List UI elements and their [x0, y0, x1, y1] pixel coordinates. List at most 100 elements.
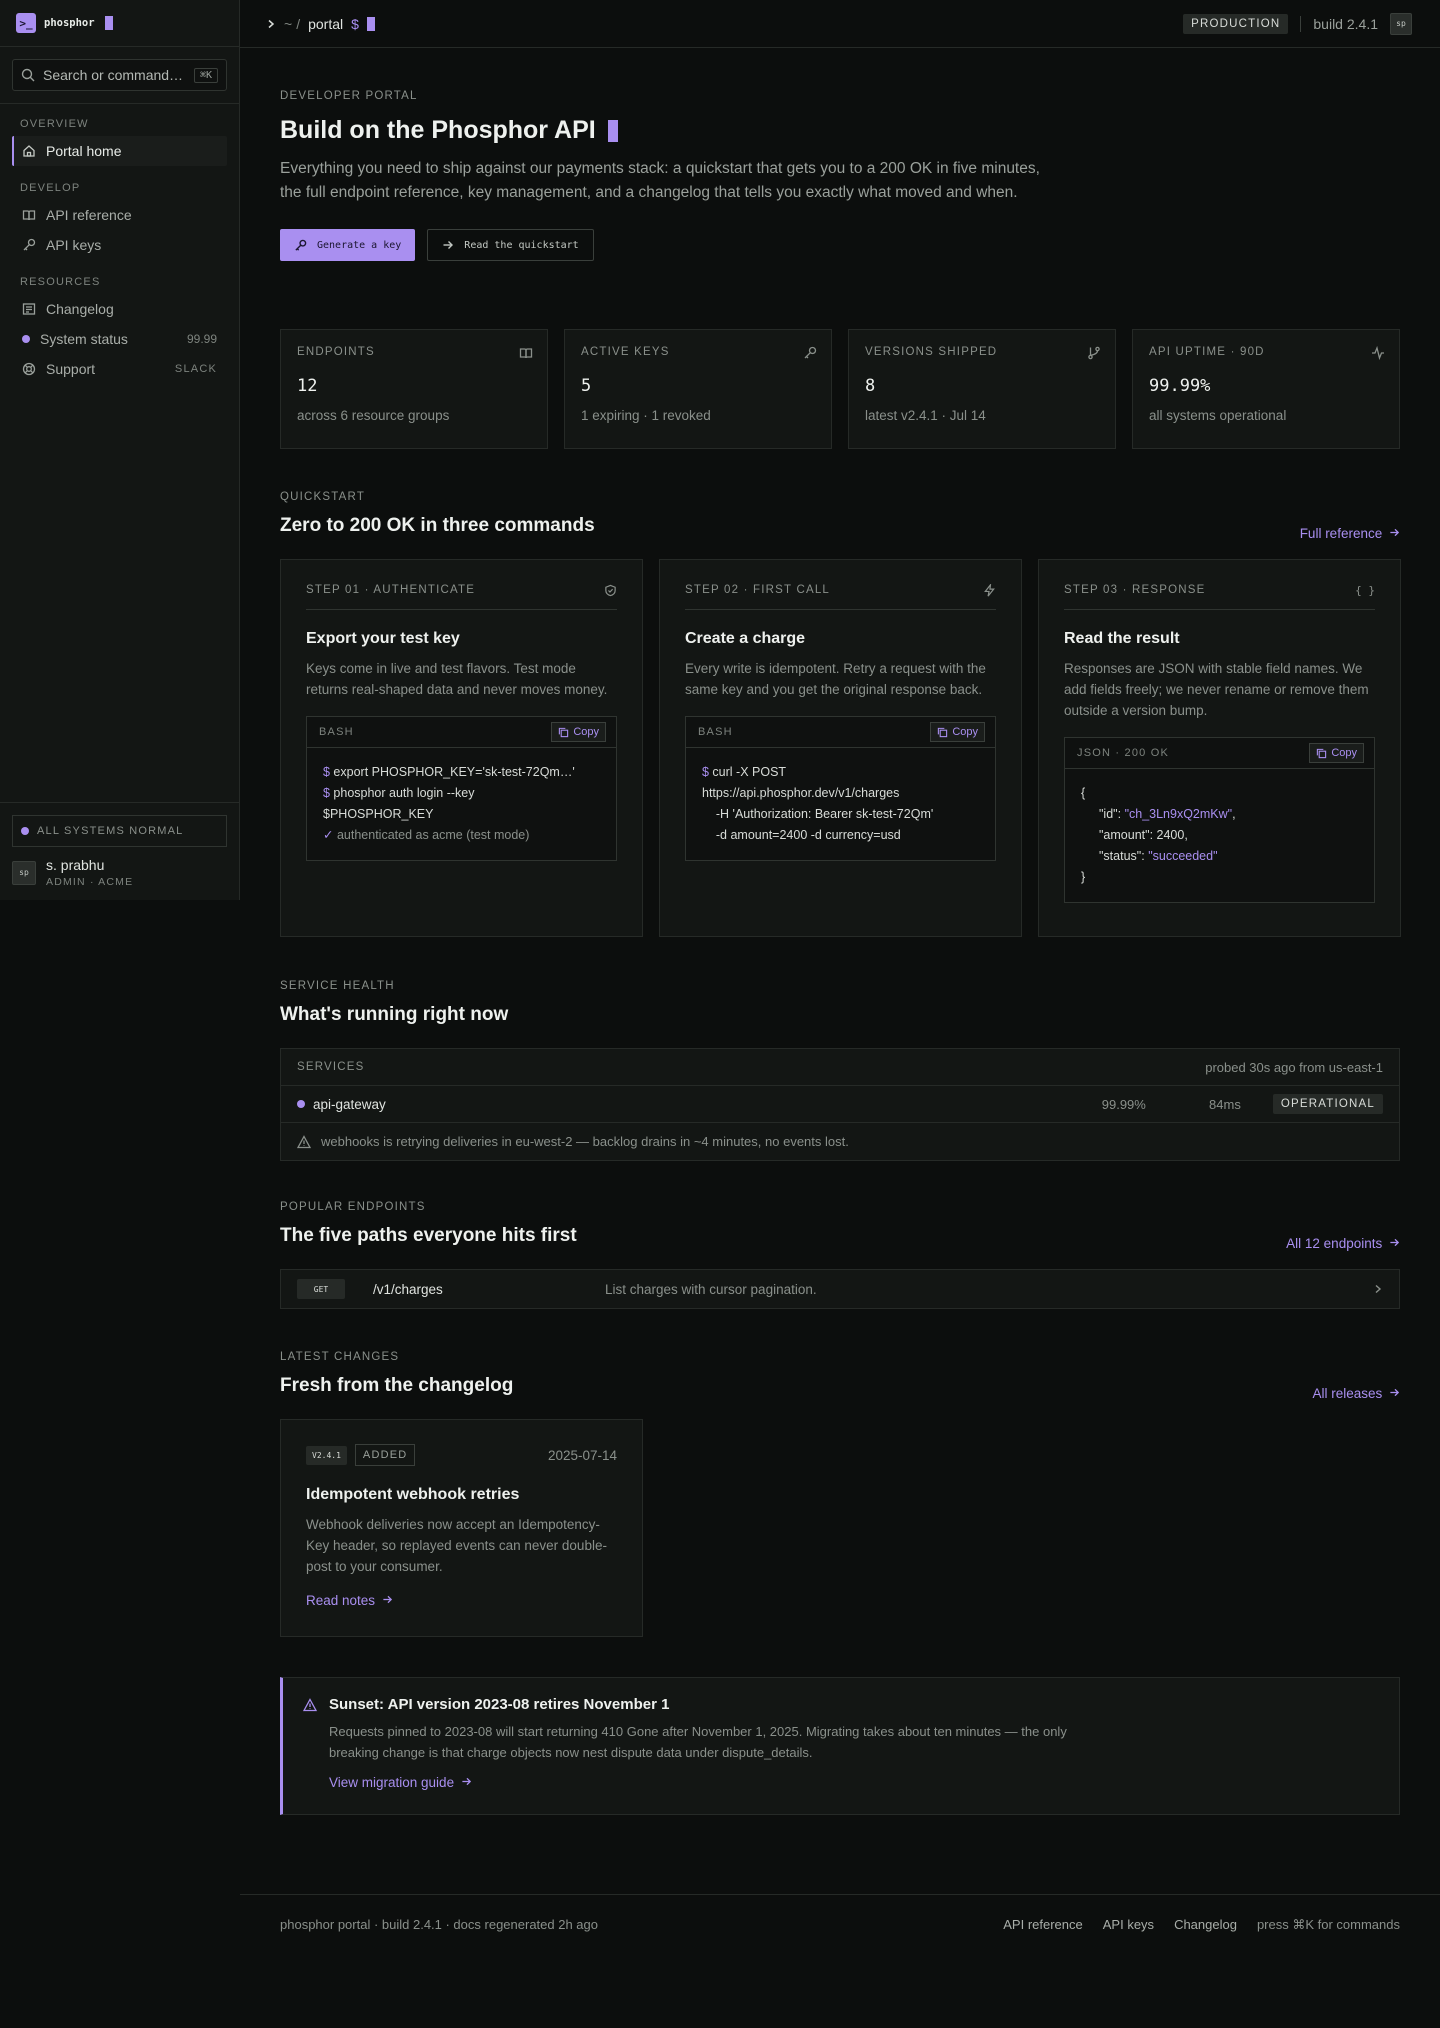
button-label: Generate a key [317, 239, 402, 251]
arrow-right-icon [1390, 1388, 1400, 1397]
footer-link-api-keys[interactable]: API keys [1103, 1917, 1154, 1933]
stat-value: 5 [581, 376, 592, 396]
all-endpoints-link[interactable]: All 12 endpoints [1286, 1236, 1400, 1251]
breadcrumb: ~ / portal $ [266, 16, 375, 32]
stat-label: API UPTIME · 90D [1149, 346, 1265, 358]
lifebuoy-icon [22, 362, 36, 376]
copy-button[interactable]: Copy [930, 722, 985, 742]
endpoint-row[interactable]: GET /v1/charges List charges with cursor… [280, 1269, 1400, 1309]
incident-notice: webhooks is retrying deliveries in eu-we… [281, 1123, 1399, 1160]
full-reference-link[interactable]: Full reference [1300, 526, 1400, 541]
code-lang: JSON · 200 OK [1077, 747, 1170, 759]
system-status-indicator[interactable]: ALL SYSTEMS NORMAL [12, 815, 227, 847]
generate-key-button[interactable]: Generate a key [280, 229, 416, 261]
nav-section-title: DEVELOP [20, 182, 81, 194]
step-label: STEP 03 · RESPONSE [1064, 584, 1206, 596]
section-eyebrow: QUICKSTART [280, 491, 366, 503]
services-table: SERVICES probed 30s ago from us-east-1 a… [280, 1048, 1400, 1161]
sunset-desc: Requests pinned to 2023-08 will start re… [329, 1724, 1067, 1760]
search-box[interactable]: ⌘K [12, 59, 227, 91]
table-row[interactable]: api-gateway 99.99% 84ms OPERATIONAL [281, 1086, 1399, 1123]
code-line: https://api.phosphor.dev/v1/charges [702, 786, 900, 800]
read-notes-link[interactable]: Read notes [306, 1593, 617, 1608]
section-eyebrow: LATEST CHANGES [280, 1351, 400, 1363]
sidebar-item-label: Changelog [46, 301, 114, 317]
sunset-title: Sunset: API version 2023-08 retires Nove… [329, 1696, 670, 1713]
copy-icon [938, 727, 948, 737]
sidebar-item-support[interactable]: Support SLACK [12, 354, 227, 384]
code-content: $ export PHOSPHOR_KEY='sk-test-72Qm…' $ … [307, 748, 616, 860]
sidebar-item-api-keys[interactable]: API keys [12, 230, 227, 260]
copy-label: Copy [1331, 747, 1357, 759]
environment-badge[interactable]: PRODUCTION [1183, 13, 1289, 34]
sidebar-item-portal-home[interactable]: Portal home [12, 136, 227, 166]
user-profile[interactable]: sp s. prabhu ADMIN · ACME [12, 857, 227, 888]
sidebar-item-label: API reference [46, 207, 132, 223]
breadcrumb-current: portal [308, 15, 344, 32]
sidebar-item-system-status[interactable]: System status 99.99 [12, 324, 227, 354]
sidebar-item-api-reference[interactable]: API reference [12, 200, 227, 230]
nav-section-title: RESOURCES [20, 276, 101, 288]
copy-button[interactable]: Copy [551, 722, 606, 742]
link-label: View migration guide [329, 1775, 455, 1790]
footer-link-api-reference[interactable]: API reference [1003, 1917, 1083, 1933]
change-desc: Webhook deliveries now accept an Idempot… [306, 1517, 607, 1574]
endpoint-path: /v1/charges [373, 1281, 443, 1297]
user-role: ADMIN · ACME [46, 876, 134, 888]
code-line: -d amount=2400 -d currency=usd [702, 828, 901, 842]
section-eyebrow: SERVICE HEALTH [280, 980, 395, 992]
status-dot-icon [21, 827, 29, 835]
code-lang: BASH [698, 726, 733, 738]
page-title-text: Build on the Phosphor API [280, 116, 596, 144]
code-line: $ export PHOSPHOR_KEY='sk-test-72Qm…' [323, 765, 575, 779]
stat-card-active-keys[interactable]: ACTIVE KEYS 5 1 expiring · 1 revoked [564, 329, 832, 449]
code-content: { "id": "ch_3Ln9xQ2mKw", "amount": 2400,… [1081, 786, 1236, 884]
step-title: Create a charge [685, 630, 806, 647]
sidebar-item-changelog[interactable]: Changelog [12, 294, 227, 324]
copy-button[interactable]: Copy [1309, 743, 1364, 763]
http-method-badge: GET [297, 1279, 345, 1299]
code-block: JSON · 200 OK Copy { "id": "ch_3Ln9xQ2mK… [1064, 737, 1375, 903]
copy-icon [559, 727, 569, 737]
activity-icon [1372, 346, 1384, 360]
section-title: The five paths everyone hits first [280, 1225, 577, 1246]
breadcrumb-separator: / [296, 15, 301, 32]
stat-value: 12 [297, 376, 318, 396]
sidebar-item-label: API keys [46, 237, 102, 253]
code-block: BASH Copy $ export PHOSPHOR_KEY='sk-test… [306, 716, 617, 861]
button-label: Read the quickstart [464, 239, 579, 251]
stat-card-versions[interactable]: VERSIONS SHIPPED 8 latest v2.4.1 · Jul 1… [848, 329, 1116, 449]
step-label: STEP 02 · FIRST CALL [685, 584, 831, 596]
status-badge: OPERATIONAL [1272, 1094, 1383, 1114]
quickstart-step-3: STEP 03 · RESPONSE { } Read the result R… [1038, 559, 1401, 937]
page-title: Build on the Phosphor API [280, 116, 1040, 145]
footer-link-changelog[interactable]: Changelog [1174, 1917, 1237, 1933]
avatar[interactable]: sp [1390, 12, 1412, 35]
copy-label: Copy [573, 726, 599, 738]
search-input[interactable] [43, 67, 186, 83]
link-label: Read notes [306, 1593, 376, 1608]
step-title: Read the result [1064, 630, 1180, 647]
stat-card-endpoints[interactable]: ENDPOINTS 12 across 6 resource groups [280, 329, 548, 449]
health-header: SERVICE HEALTH What's running right now [280, 980, 1400, 1026]
changelog-card[interactable]: V2.4.1 ADDED 2025-07-14 Idempotent webho… [280, 1419, 643, 1637]
divider [1300, 15, 1302, 32]
key-icon [23, 238, 36, 251]
stat-card-uptime[interactable]: API UPTIME · 90D 99.99% all systems oper… [1132, 329, 1400, 449]
stat-sub: 1 expiring · 1 revoked [581, 408, 711, 423]
brand[interactable]: >_ phosphor [0, 0, 239, 47]
sidebar: >_ phosphor ⌘K OVERVIEW Portal home DEVE… [0, 0, 240, 900]
git-branch-icon [1088, 346, 1100, 360]
migration-guide-link[interactable]: View migration guide [329, 1775, 1089, 1790]
code-line: ✓ authenticated as acme (test mode) [323, 828, 530, 842]
service-name: api-gateway [313, 1096, 386, 1112]
read-quickstart-button[interactable]: Read the quickstart [427, 229, 594, 261]
nav-overview: OVERVIEW Portal home [0, 118, 239, 166]
cursor-block [104, 16, 113, 30]
all-releases-link[interactable]: All releases [1312, 1386, 1400, 1401]
cursor-block [366, 16, 375, 31]
breadcrumb-home[interactable]: ~ [284, 16, 292, 32]
stat-value: 8 [865, 376, 876, 396]
warning-icon [303, 1698, 317, 1712]
terminal-logo-icon: >_ [16, 13, 36, 33]
